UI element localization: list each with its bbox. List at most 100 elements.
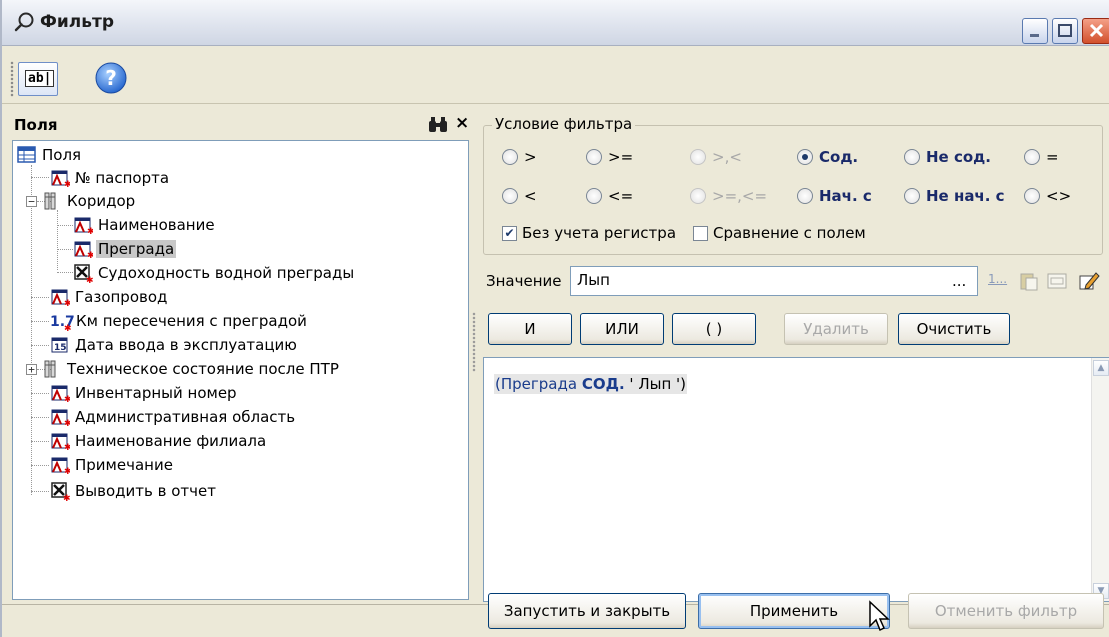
or-button[interactable]: ИЛИ bbox=[580, 313, 664, 345]
list-values-icon[interactable]: 1... bbox=[988, 272, 1010, 294]
form-icon[interactable] bbox=[1046, 270, 1068, 292]
tree-item-admin-region[interactable]: ✱ Административная область bbox=[50, 406, 297, 429]
number-field-icon: 1.7 ✱ bbox=[50, 311, 75, 334]
tree-item-label: № паспорта bbox=[75, 169, 170, 187]
panel-splitter[interactable] bbox=[472, 312, 476, 372]
case-insensitive-label: Без учета регистра bbox=[522, 224, 677, 242]
tree-item-tech-state[interactable]: Техническое состояние после ПТР bbox=[42, 358, 341, 380]
tree-item-commission-date[interactable]: 15 Дата ввода в эксплуатацию bbox=[50, 334, 299, 356]
text-field-icon: ✱ bbox=[50, 431, 72, 453]
tree-item-label: Выводить в отчет bbox=[75, 482, 216, 500]
tree-expander-expand[interactable]: + bbox=[26, 364, 37, 375]
tree-item-km-crossing[interactable]: 1.7 ✱ Км пересечения с преградой bbox=[50, 310, 309, 334]
expression-operator: СОД. bbox=[581, 375, 625, 393]
svg-text:✱: ✱ bbox=[63, 494, 70, 501]
svg-text:✱: ✱ bbox=[87, 227, 93, 235]
filter-expression-area[interactable]: (Преграда СОД. ' Лып ') ▲ ▼ bbox=[483, 357, 1109, 602]
case-insensitive-checkbox[interactable]: ✔ Без учета регистра bbox=[502, 222, 676, 244]
mouse-cursor-icon bbox=[869, 600, 890, 632]
date-field-icon: 15 bbox=[50, 335, 70, 355]
tree-item-navigability[interactable]: ✱ Судоходность водной преграды bbox=[73, 262, 356, 286]
value-input[interactable]: Лып bbox=[570, 266, 978, 296]
paste-icon[interactable] bbox=[1018, 270, 1040, 292]
tree-item-label: Преграда bbox=[96, 240, 177, 258]
tree-expander-collapse[interactable]: − bbox=[26, 196, 37, 207]
radio-equals[interactable]: = bbox=[1024, 146, 1059, 168]
tree-item-gas-pipeline[interactable]: ✱ Газопровод bbox=[50, 286, 169, 309]
tree-connector bbox=[31, 491, 49, 492]
cancel-filter-button[interactable]: Отменить фильтр bbox=[908, 593, 1104, 629]
group-icon bbox=[42, 359, 62, 379]
checkbox-field-icon: ✱ bbox=[50, 481, 71, 504]
radio-contains[interactable]: Сод. bbox=[797, 146, 858, 168]
tree-item-label: Поля bbox=[42, 146, 82, 164]
radio-lte[interactable]: <= bbox=[586, 185, 633, 207]
apply-button[interactable]: Применить bbox=[698, 593, 890, 629]
radio-starts-with[interactable]: Нач. с bbox=[797, 185, 872, 207]
compare-with-field-checkbox[interactable]: Сравнение с полем bbox=[693, 222, 866, 244]
checkbox-field-icon: ✱ bbox=[73, 263, 94, 286]
edit-pencil-icon[interactable] bbox=[1078, 270, 1100, 292]
tree-item-inventory-number[interactable]: ✱ Инвентарный номер bbox=[50, 382, 239, 405]
tree-item-name[interactable]: ✱ Наименование bbox=[73, 214, 217, 237]
tree-item-barrier[interactable]: ✱ Преграда bbox=[73, 238, 177, 261]
tree-item-root[interactable]: Поля bbox=[17, 144, 83, 166]
fields-tree[interactable]: − + Поля ✱ № паспорта Коридор ✱ Наименов… bbox=[12, 140, 469, 600]
radio-gt[interactable]: > bbox=[502, 146, 537, 168]
tree-item-label: Административная область bbox=[75, 408, 296, 426]
tree-item-label: Инвентарный номер bbox=[75, 384, 237, 402]
toolbar: ab| ? bbox=[2, 47, 1109, 104]
title-bar[interactable]: Фильтр bbox=[2, 0, 1109, 46]
tree-item-label: Наименование bbox=[98, 216, 215, 234]
tree-item-passport[interactable]: ✱ № паспорта bbox=[50, 167, 171, 190]
tree-item-corridor[interactable]: Коридор bbox=[42, 190, 137, 212]
svg-text:✱: ✱ bbox=[64, 419, 70, 427]
delete-button[interactable]: Удалить bbox=[784, 313, 888, 345]
tree-item-label: Техническое состояние после ПТР bbox=[67, 360, 339, 378]
maximize-button[interactable] bbox=[1052, 18, 1078, 44]
radio-not-equals[interactable]: <> bbox=[1024, 185, 1071, 207]
binoculars-icon[interactable] bbox=[428, 117, 448, 133]
tree-item-branch-name[interactable]: ✱ Наименование филиала bbox=[50, 430, 268, 453]
and-button[interactable]: И bbox=[488, 313, 572, 345]
radio-not-contains[interactable]: Не сод. bbox=[904, 146, 991, 168]
radio-gte[interactable]: >= bbox=[586, 146, 633, 168]
text-field-icon: ✱ bbox=[50, 168, 72, 190]
parentheses-button[interactable]: ( ) bbox=[672, 313, 756, 345]
expression-scrollbar[interactable]: ▲ ▼ bbox=[1091, 358, 1109, 601]
svg-text:✱: ✱ bbox=[64, 467, 70, 475]
minimize-button[interactable] bbox=[1022, 18, 1048, 44]
radio-not-starts-with[interactable]: Не нач. с bbox=[904, 185, 1005, 207]
svg-text:✱: ✱ bbox=[64, 180, 70, 188]
radio-range-inclusive[interactable]: >=,<= bbox=[690, 185, 767, 207]
close-button[interactable] bbox=[1082, 18, 1109, 44]
radio-range-exclusive[interactable]: >,< bbox=[690, 146, 742, 168]
tree-item-note[interactable]: ✱ Примечание bbox=[50, 454, 175, 477]
run-and-close-button[interactable]: Запустить и закрыть bbox=[488, 593, 686, 629]
fields-panel-header: Поля × bbox=[12, 112, 469, 140]
text-field-icon: ✱ bbox=[50, 455, 72, 477]
tree-connector bbox=[31, 393, 49, 394]
help-icon[interactable]: ? bbox=[94, 61, 128, 95]
text-field-icon: ✱ bbox=[73, 239, 95, 261]
scroll-up-icon[interactable]: ▲ bbox=[1093, 360, 1109, 376]
tree-connector bbox=[57, 249, 73, 250]
expression-field: Преграда bbox=[500, 375, 578, 393]
close-fields-panel-button[interactable]: × bbox=[455, 113, 469, 133]
svg-text:15: 15 bbox=[54, 343, 67, 353]
radio-lt[interactable]: < bbox=[502, 185, 537, 207]
edit-text-button[interactable]: ab| bbox=[18, 62, 58, 96]
tree-item-output-to-report[interactable]: ✱ Выводить в отчет bbox=[50, 480, 218, 504]
clear-button[interactable]: Очистить bbox=[898, 313, 1010, 345]
text-field-icon: ✱ bbox=[73, 215, 95, 237]
check-icon: ✔ bbox=[502, 225, 517, 241]
value-browse-button[interactable]: ... bbox=[952, 272, 966, 290]
toolbar-grip[interactable] bbox=[10, 61, 14, 97]
table-icon bbox=[17, 145, 37, 165]
svg-text:✱: ✱ bbox=[64, 299, 70, 307]
tree-connector bbox=[31, 297, 49, 298]
group-icon bbox=[42, 191, 62, 211]
tree-item-label: Дата ввода в эксплуатацию bbox=[75, 336, 297, 354]
text-field-icon: ✱ bbox=[50, 407, 72, 429]
tree-connector bbox=[31, 177, 49, 178]
